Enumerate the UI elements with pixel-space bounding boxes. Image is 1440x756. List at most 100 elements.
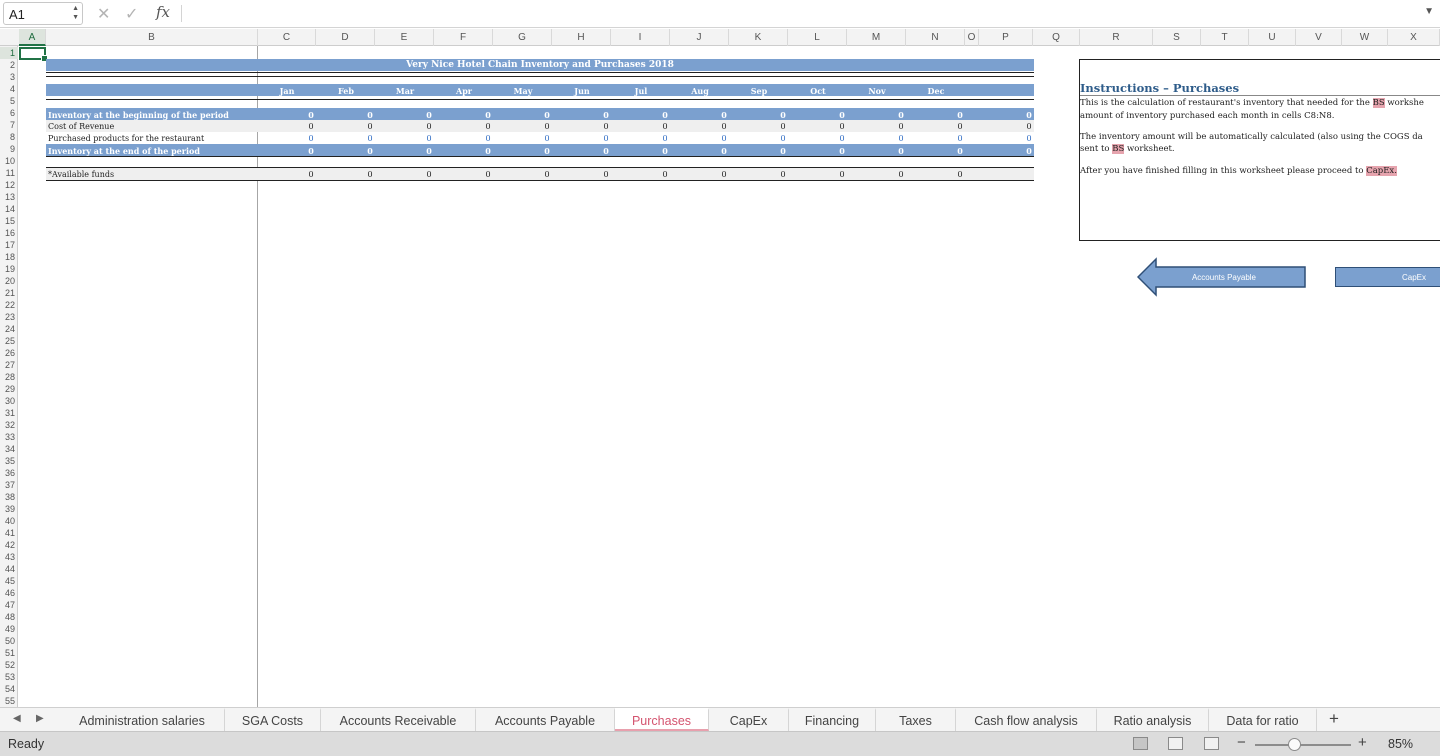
cell-inv-begin-1[interactable]: 0: [301, 110, 321, 120]
tab-capex[interactable]: CapEx: [709, 708, 789, 731]
row-header-25[interactable]: 25: [0, 335, 18, 347]
row-header-34[interactable]: 34: [0, 443, 18, 455]
cell-inv-begin-4[interactable]: 0: [478, 110, 498, 120]
row-header-48[interactable]: 48: [0, 611, 18, 623]
capex-link[interactable]: CapEx.: [1366, 166, 1397, 176]
next-button-label[interactable]: CapEx: [1335, 273, 1440, 282]
cell-avail-8[interactable]: 0: [714, 170, 734, 179]
column-header-p[interactable]: P: [979, 29, 1033, 46]
row-header-18[interactable]: 18: [0, 251, 18, 263]
cell-cost-rev-8[interactable]: 0: [714, 122, 734, 131]
cell-inv-end-9[interactable]: 0: [773, 146, 793, 156]
column-header-l[interactable]: L: [788, 29, 847, 46]
row-header-38[interactable]: 38: [0, 491, 18, 503]
cell-inv-end-11[interactable]: 0: [891, 146, 911, 156]
row-header-50[interactable]: 50: [0, 635, 18, 647]
cell-inv-end-4[interactable]: 0: [478, 146, 498, 156]
cell-cost-rev-12[interactable]: 0: [950, 122, 970, 131]
column-header-t[interactable]: T: [1201, 29, 1249, 46]
column-header-j[interactable]: J: [670, 29, 729, 46]
cell-inv-begin-12[interactable]: 0: [950, 110, 970, 120]
row-header-36[interactable]: 36: [0, 467, 18, 479]
cell-inv-begin-5[interactable]: 0: [537, 110, 557, 120]
tab-financing[interactable]: Financing: [789, 708, 876, 731]
cell-avail-12[interactable]: 0: [950, 170, 970, 179]
cell-cost-rev-5[interactable]: 0: [537, 122, 557, 131]
cell-avail-11[interactable]: 0: [891, 170, 911, 179]
column-header-f[interactable]: F: [434, 29, 493, 46]
cell-purchased-1[interactable]: 0: [301, 134, 321, 143]
cell-purchased-7[interactable]: 0: [655, 134, 675, 143]
row-header-21[interactable]: 21: [0, 287, 18, 299]
row-header-41[interactable]: 41: [0, 527, 18, 539]
row-header-27[interactable]: 27: [0, 359, 18, 371]
row-header-12[interactable]: 12: [0, 179, 18, 191]
cell-inv-begin-9[interactable]: 0: [773, 110, 793, 120]
cell-inv-end-12[interactable]: 0: [950, 146, 970, 156]
row-header-24[interactable]: 24: [0, 323, 18, 335]
cell-inv-begin-11[interactable]: 0: [891, 110, 911, 120]
column-header-q[interactable]: Q: [1033, 29, 1080, 46]
column-header-d[interactable]: D: [316, 29, 375, 46]
tab-accounts-receivable[interactable]: Accounts Receivable: [321, 708, 476, 731]
row-header-7[interactable]: 7: [0, 119, 18, 131]
cell-inv-end-5[interactable]: 0: [537, 146, 557, 156]
cell-cost-rev-10[interactable]: 0: [832, 122, 852, 131]
cell-purchased-10[interactable]: 0: [832, 134, 852, 143]
column-header-i[interactable]: I: [611, 29, 670, 46]
row-header-52[interactable]: 52: [0, 659, 18, 671]
prev-sheet-icon[interactable]: ◀: [13, 713, 21, 724]
cancel-icon[interactable]: ✕: [97, 4, 110, 24]
cell-inv-end-1[interactable]: 0: [301, 146, 321, 156]
cell-inv-end-3[interactable]: 0: [419, 146, 439, 156]
row-header-46[interactable]: 46: [0, 587, 18, 599]
add-sheet-icon[interactable]: +: [1329, 709, 1339, 729]
name-box-spinner-icon[interactable]: ▲ ▼: [72, 4, 79, 22]
column-header-r[interactable]: R: [1080, 29, 1153, 46]
zoom-slider[interactable]: [1255, 744, 1351, 746]
next-sheet-icon[interactable]: ▶: [36, 713, 44, 724]
cell-purchased-3[interactable]: 0: [419, 134, 439, 143]
tab-data-for-ratio[interactable]: Data for ratio: [1209, 708, 1317, 731]
row-header-8[interactable]: 8: [0, 131, 18, 143]
row-header-33[interactable]: 33: [0, 431, 18, 443]
row-header-26[interactable]: 26: [0, 347, 18, 359]
row-header-30[interactable]: 30: [0, 395, 18, 407]
row-header-10[interactable]: 10: [0, 155, 18, 167]
row-header-35[interactable]: 35: [0, 455, 18, 467]
cell-purchased-13[interactable]: 0: [1019, 134, 1039, 143]
cell-inv-end-2[interactable]: 0: [360, 146, 380, 156]
enter-icon[interactable]: ✓: [125, 4, 138, 24]
column-header-e[interactable]: E: [375, 29, 434, 46]
column-header-o[interactable]: O: [965, 29, 979, 46]
row-header-54[interactable]: 54: [0, 683, 18, 695]
row-header-39[interactable]: 39: [0, 503, 18, 515]
cell-purchased-4[interactable]: 0: [478, 134, 498, 143]
normal-view-icon[interactable]: [1133, 737, 1148, 750]
row-header-51[interactable]: 51: [0, 647, 18, 659]
cell-purchased-8[interactable]: 0: [714, 134, 734, 143]
row-header-5[interactable]: 5: [0, 95, 18, 107]
row-header-11[interactable]: 11: [0, 167, 18, 179]
zoom-out-icon[interactable]: −: [1237, 734, 1246, 751]
row-header-29[interactable]: 29: [0, 383, 18, 395]
cell-avail-4[interactable]: 0: [478, 170, 498, 179]
row-header-20[interactable]: 20: [0, 275, 18, 287]
row-header-17[interactable]: 17: [0, 239, 18, 251]
cell-cost-rev-9[interactable]: 0: [773, 122, 793, 131]
cell-inv-begin-10[interactable]: 0: [832, 110, 852, 120]
cell-cost-rev-1[interactable]: 0: [301, 122, 321, 131]
column-header-s[interactable]: S: [1153, 29, 1201, 46]
cell-inv-begin-13[interactable]: 0: [1019, 110, 1039, 120]
cell-avail-7[interactable]: 0: [655, 170, 675, 179]
row-header-23[interactable]: 23: [0, 311, 18, 323]
row-header-31[interactable]: 31: [0, 407, 18, 419]
insert-function-icon[interactable]: fx: [156, 3, 170, 21]
cell-inv-end-10[interactable]: 0: [832, 146, 852, 156]
row-header-49[interactable]: 49: [0, 623, 18, 635]
cell-inv-end-13[interactable]: 0: [1019, 146, 1039, 156]
row-header-3[interactable]: 3: [0, 71, 18, 83]
column-header-g[interactable]: G: [493, 29, 552, 46]
row-header-4[interactable]: 4: [0, 83, 18, 95]
row-header-47[interactable]: 47: [0, 599, 18, 611]
